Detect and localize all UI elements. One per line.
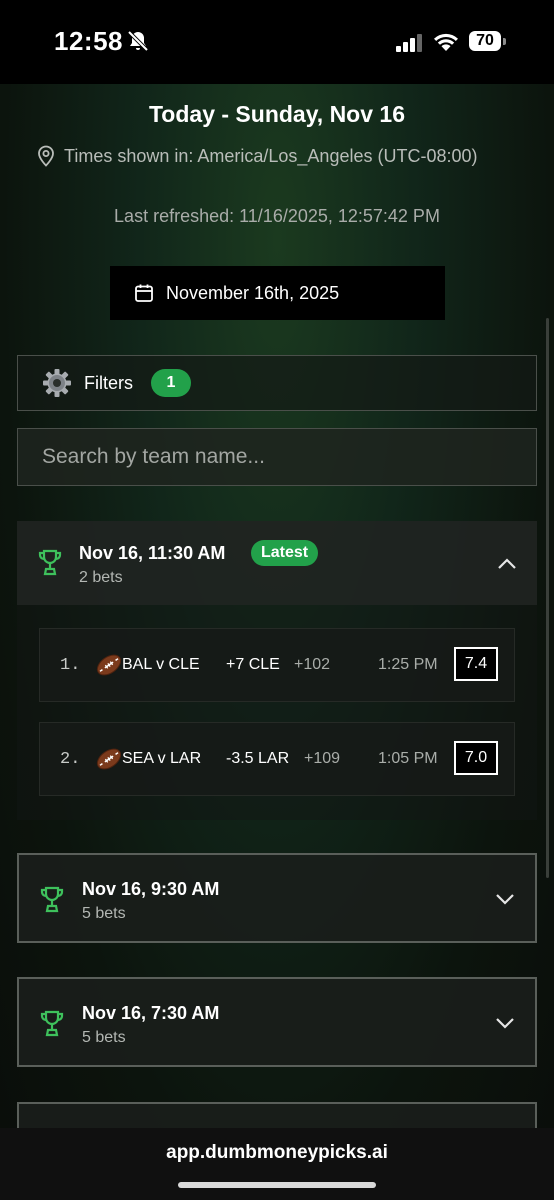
search-box xyxy=(17,428,537,486)
bet-number: 1. xyxy=(60,656,81,675)
gear-icon xyxy=(43,369,71,397)
app-screen: 12:58 70 Today - Sunday, Nov 16 Times sh… xyxy=(0,0,554,1200)
trophy-icon xyxy=(40,886,64,913)
trophy-icon xyxy=(40,1010,64,1037)
filters-label: Filters xyxy=(84,372,133,393)
bet-matchup: BAL v CLE xyxy=(122,656,200,673)
url-text: app.dumbmoneypicks.ai xyxy=(166,1142,388,1163)
group-time: Nov 16, 7:30 AM xyxy=(82,1003,220,1023)
battery-tip xyxy=(503,38,506,45)
group-time: Nov 16, 9:30 AM xyxy=(82,879,220,899)
battery-icon: 70 xyxy=(469,31,501,51)
calendar-icon xyxy=(135,284,153,302)
bet-odds: +102 xyxy=(294,656,331,673)
filters-button[interactable]: Filters 1 xyxy=(17,355,537,411)
bet-group-body: 1. BAL v CLE +7 CLE +102 1:25 PM 7.4 2. xyxy=(17,605,537,820)
bet-row[interactable]: 1. BAL v CLE +7 CLE +102 1:25 PM 7.4 xyxy=(39,628,515,702)
bet-row[interactable]: 2. SEA v LAR -3.5 LAR +109 1:05 PM 7.0 xyxy=(39,722,515,796)
signal-icon xyxy=(396,34,422,52)
bet-group-collapsed[interactable]: Nov 16, 7:30 AM 5 bets xyxy=(17,977,537,1067)
page-title: Today - Sunday, Nov 16 xyxy=(148,101,406,127)
football-icon xyxy=(96,654,122,676)
date-picker-button[interactable]: November 16th, 2025 xyxy=(110,266,445,320)
browser-url-bar[interactable]: app.dumbmoneypicks.ai xyxy=(0,1128,554,1200)
date-picker-label: November 16th, 2025 xyxy=(166,282,340,303)
bet-score: 7.0 xyxy=(454,741,498,775)
filter-count-badge: 1 xyxy=(151,369,191,397)
chevron-down-icon[interactable] xyxy=(495,893,515,905)
status-time: 12:58 xyxy=(54,26,123,56)
bet-score: 7.4 xyxy=(454,647,498,681)
timezone-text: Times shown in: America/Los_Angeles (UTC… xyxy=(64,145,478,166)
bet-line: +7 CLE xyxy=(226,656,280,673)
football-icon xyxy=(96,748,122,770)
bet-line: -3.5 LAR xyxy=(226,750,290,767)
home-indicator[interactable] xyxy=(178,1182,376,1188)
scrollbar[interactable] xyxy=(546,318,549,878)
status-bar: 12:58 70 xyxy=(0,0,554,84)
timezone-row: Times shown in: America/Los_Angeles (UTC… xyxy=(36,144,478,168)
group-bet-count: 5 bets xyxy=(82,905,126,922)
chevron-down-icon[interactable] xyxy=(495,1017,515,1029)
group-bet-count: 5 bets xyxy=(82,1029,126,1046)
bet-group-header[interactable]: Nov 16, 11:30 AM Latest 2 bets xyxy=(17,521,537,605)
latest-badge: Latest xyxy=(251,540,319,566)
search-input[interactable] xyxy=(40,444,536,470)
bet-odds: +109 xyxy=(304,750,341,767)
bet-group-collapsed[interactable]: Nov 16, 9:30 AM 5 bets xyxy=(17,853,537,943)
bet-number: 2. xyxy=(60,750,81,769)
bell-off-icon xyxy=(127,30,149,52)
chevron-up-icon[interactable] xyxy=(497,558,517,570)
trophy-icon xyxy=(38,549,62,576)
group-bet-count: 2 bets xyxy=(79,569,123,586)
bet-matchup: SEA v LAR xyxy=(122,750,202,767)
bet-time: 1:05 PM xyxy=(378,750,438,767)
wifi-icon xyxy=(434,33,458,51)
group-time: Nov 16, 11:30 AM xyxy=(79,543,226,563)
bet-time: 1:25 PM xyxy=(378,656,438,673)
last-refreshed: Last refreshed: 11/16/2025, 12:57:42 PM xyxy=(114,206,440,226)
location-pin-icon xyxy=(38,145,54,167)
